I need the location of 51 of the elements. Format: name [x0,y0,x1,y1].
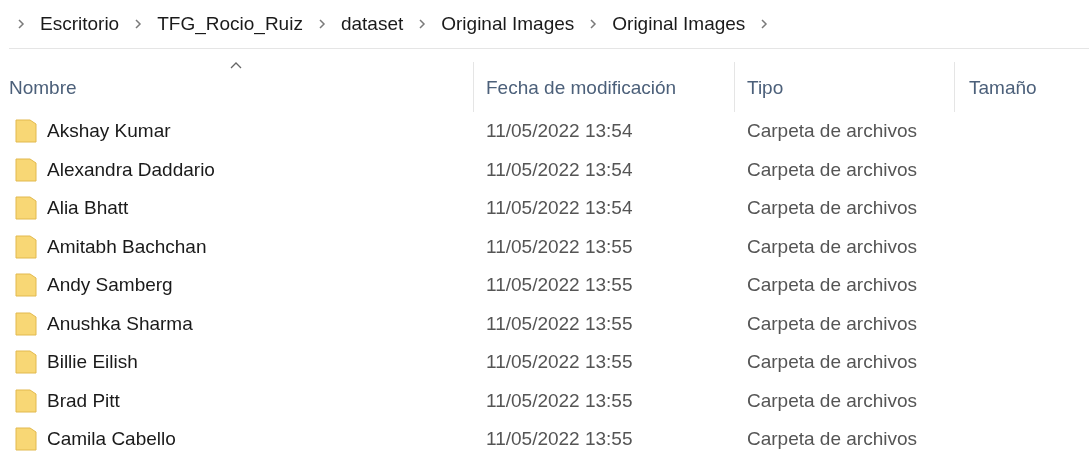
column-header[interactable]: Fecha de modificación [486,77,677,99]
file-name[interactable]: Brad Pitt [47,389,120,412]
type-cell: Carpeta de archivos [747,351,918,374]
folder-icon [15,119,37,144]
column-header[interactable]: Tipo [747,77,784,99]
chevron-icon[interactable] [317,19,326,29]
file-name[interactable]: Anushka Sharma [47,312,193,335]
folder-icon [15,273,37,298]
date-cell: 11/05/2022 13:55 [486,389,633,412]
file-name[interactable]: Andy Samberg [47,274,173,297]
chevron-icon[interactable] [760,19,769,29]
type-cell: Carpeta de archivos [747,389,918,412]
folder-icon [15,388,37,413]
date-cell: 11/05/2022 13:55 [486,312,633,335]
file-name[interactable]: Alexandra Daddario [47,158,215,181]
file-name[interactable]: Camila Cabello [47,428,176,451]
date-cell: 11/05/2022 13:54 [486,158,633,181]
date-cell: 11/05/2022 13:55 [486,274,633,297]
folder-icon [15,350,37,375]
folder-icon [15,157,37,182]
date-cell: 11/05/2022 13:55 [486,428,633,451]
breadcrumb-item[interactable]: Escritorio [40,13,120,35]
type-cell: Carpeta de archivos [747,158,918,181]
date-cell: 11/05/2022 13:54 [486,120,633,143]
date-cell: 11/05/2022 13:54 [486,197,633,220]
file-name[interactable]: Billie Eilish [47,351,138,374]
type-cell: Carpeta de archivos [747,120,918,143]
type-cell: Carpeta de archivos [747,428,918,451]
breadcrumb-item[interactable]: dataset [340,13,404,35]
chevron-icon[interactable] [589,19,598,29]
folder-icon [15,196,37,221]
date-cell: 11/05/2022 13:55 [486,351,633,374]
chevron-icon[interactable] [134,19,143,29]
folder-icon [15,234,37,259]
folder-icon [15,311,37,336]
chevron-icon[interactable] [17,19,25,29]
column-header[interactable]: Tamaño [969,77,1037,99]
breadcrumb-item[interactable]: TFG_Rocio_Ruiz [157,13,303,35]
type-cell: Carpeta de archivos [747,197,918,220]
file-name[interactable]: Alia Bhatt [47,197,129,220]
date-cell: 11/05/2022 13:55 [486,235,633,258]
type-cell: Carpeta de archivos [747,312,918,335]
breadcrumb-item[interactable]: Original Images [441,13,575,35]
column-header[interactable]: Nombre [9,77,77,99]
chevron-icon[interactable] [418,19,427,29]
file-name[interactable]: Akshay Kumar [47,120,171,143]
type-cell: Carpeta de archivos [747,274,918,297]
folder-icon [15,427,37,452]
file-name[interactable]: Amitabh Bachchan [47,235,207,258]
type-cell: Carpeta de archivos [747,235,918,258]
breadcrumb-item[interactable]: Original Images [612,13,746,35]
